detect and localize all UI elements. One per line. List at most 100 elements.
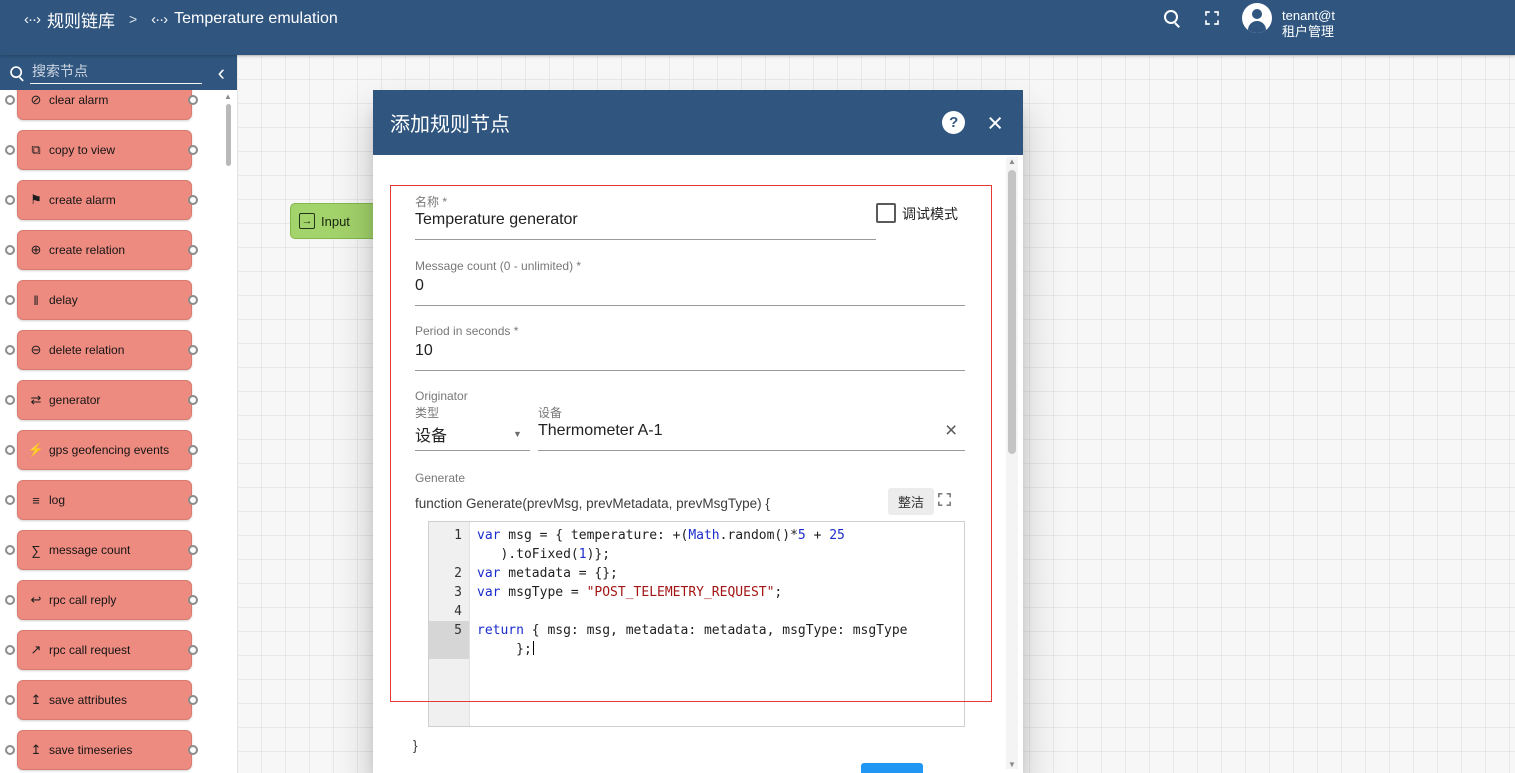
node-item-clear-alarm[interactable]: ⊘ clear alarm — [0, 90, 237, 120]
node-item-save-timeseries[interactable]: ↥ save timeseries — [0, 730, 237, 770]
node-input-port[interactable] — [5, 245, 15, 255]
user-info[interactable]: tenant@t 租户管理 — [1282, 8, 1337, 40]
node-item-rpc-call-reply[interactable]: ↩ rpc call reply — [0, 580, 237, 620]
node-item-save-attributes[interactable]: ↥ save attributes — [0, 680, 237, 720]
node-input-port[interactable] — [5, 195, 15, 205]
avatar[interactable] — [1242, 3, 1272, 33]
node-box[interactable]: ⧉ copy to view — [17, 130, 192, 170]
scroll-up-icon[interactable]: ▲ — [1008, 157, 1016, 166]
node-list-scrollbar[interactable]: ▲ — [223, 92, 234, 768]
node-output-port[interactable] — [188, 145, 198, 155]
node-box[interactable]: ↥ save attributes — [17, 680, 192, 720]
code-line[interactable]: ).toFixed(1)}; — [471, 545, 964, 564]
add-rule-node-dialog: 添加规则节点 ? × 名称 * Temperature generator 调试… — [373, 90, 1023, 773]
clear-device-icon[interactable]: × — [945, 420, 957, 441]
node-input-port[interactable] — [5, 745, 15, 755]
collapse-sidebar-icon[interactable]: ‹ — [206, 61, 237, 83]
node-output-port[interactable] — [188, 245, 198, 255]
node-output-port[interactable] — [188, 495, 198, 505]
code-line[interactable]: var msg = { temperature: +(Math.random()… — [471, 526, 964, 545]
chevron-down-icon[interactable]: ▼ — [513, 429, 522, 439]
scroll-up-icon[interactable]: ▲ — [224, 92, 232, 101]
debug-mode-checkbox[interactable] — [876, 203, 896, 223]
node-search-input[interactable] — [30, 61, 202, 84]
node-label: message count — [49, 543, 131, 557]
node-item-gps-geofencing-events[interactable]: ⚡ gps geofencing events — [0, 430, 237, 470]
originator-type-select[interactable]: 设备 — [415, 422, 447, 446]
node-box[interactable]: ‖ delay — [17, 280, 192, 320]
node-output-port[interactable] — [188, 695, 198, 705]
node-output-port[interactable] — [188, 195, 198, 205]
code-line[interactable]: }; — [471, 640, 964, 659]
code-line[interactable]: var msgType = "POST_TELEMETRY_REQUEST"; — [471, 583, 964, 602]
node-box[interactable]: ↥ save timeseries — [17, 730, 192, 770]
node-item-copy-to-view[interactable]: ⧉ copy to view — [0, 130, 237, 170]
node-output-port[interactable] — [188, 95, 198, 105]
breadcrumb-rule-chain-library[interactable]: 规则链库 — [47, 7, 115, 32]
node-box[interactable]: ≡ log — [17, 480, 192, 520]
node-label: create alarm — [49, 193, 116, 207]
tidy-button[interactable]: 整洁 — [888, 488, 935, 515]
node-box[interactable]: ∑ message count — [17, 530, 192, 570]
code-line[interactable]: var metadata = {}; — [471, 564, 964, 583]
node-input-port[interactable] — [5, 495, 15, 505]
node-box[interactable]: ⚡ gps geofencing events — [17, 430, 192, 470]
call-reply-icon: ↩ — [30, 592, 42, 607]
node-item-delay[interactable]: ‖ delay — [0, 280, 237, 320]
node-input-port[interactable] — [5, 345, 15, 355]
node-output-port[interactable] — [188, 745, 198, 755]
node-output-port[interactable] — [188, 645, 198, 655]
node-box[interactable]: ⇄ generator — [17, 380, 192, 420]
code-editor[interactable]: 1 2 3 4 5 var msg = { temperature: +(Math.ra… — [428, 521, 965, 727]
node-output-port[interactable] — [188, 545, 198, 555]
node-output-port[interactable] — [188, 395, 198, 405]
node-item-generator[interactable]: ⇄ generator — [0, 380, 237, 420]
node-item-message-count[interactable]: ∑ message count — [0, 530, 237, 570]
node-input-port[interactable] — [5, 695, 15, 705]
period-input[interactable]: 10 — [415, 342, 433, 360]
text-cursor — [532, 641, 535, 655]
node-search-bar: ‹ — [0, 55, 237, 90]
message-count-input[interactable]: 0 — [415, 277, 424, 295]
node-box[interactable]: ⊘ clear alarm — [17, 90, 192, 120]
node-input-port[interactable] — [5, 145, 15, 155]
fullscreen-icon[interactable] — [1203, 9, 1221, 27]
expand-editor-icon[interactable] — [936, 491, 953, 508]
node-input-port[interactable] — [5, 545, 15, 555]
add-button[interactable] — [861, 763, 923, 773]
node-box[interactable]: ↩ rpc call reply — [17, 580, 192, 620]
scrollbar-thumb[interactable] — [226, 104, 231, 166]
code-line[interactable] — [471, 602, 964, 621]
node-item-create-relation[interactable]: ⊕ create relation — [0, 230, 237, 270]
device-input[interactable]: Thermometer A-1 — [538, 422, 662, 440]
node-box[interactable]: ⊖ delete relation — [17, 330, 192, 370]
scrollbar-thumb[interactable] — [1008, 170, 1016, 454]
node-label: delay — [49, 293, 78, 307]
node-item-rpc-call-request[interactable]: ↗ rpc call request — [0, 630, 237, 670]
node-output-port[interactable] — [188, 295, 198, 305]
close-icon[interactable]: × — [987, 109, 1003, 136]
dialog-scrollbar[interactable]: ▲ ▼ — [1006, 157, 1018, 769]
node-item-delete-relation[interactable]: ⊖ delete relation — [0, 330, 237, 370]
node-box[interactable]: ⊕ create relation — [17, 230, 192, 270]
name-input[interactable]: Temperature generator — [415, 211, 578, 229]
node-input-port[interactable] — [5, 295, 15, 305]
code-line[interactable]: return { msg: msg, metadata: metadata, m… — [471, 621, 964, 640]
node-output-port[interactable] — [188, 445, 198, 455]
node-output-port[interactable] — [188, 345, 198, 355]
node-input-port[interactable] — [5, 95, 15, 105]
scroll-down-icon[interactable]: ▼ — [1008, 760, 1016, 769]
search-icon[interactable] — [1163, 9, 1181, 27]
node-output-port[interactable] — [188, 595, 198, 605]
node-input-port[interactable] — [5, 395, 15, 405]
node-item-create-alarm[interactable]: ⚑ create alarm — [0, 180, 237, 220]
node-input-port[interactable] — [5, 595, 15, 605]
node-input-port[interactable] — [5, 645, 15, 655]
code-lines[interactable]: var msg = { temperature: +(Math.random()… — [471, 522, 964, 726]
help-icon[interactable]: ? — [942, 111, 966, 134]
node-box[interactable]: ⚑ create alarm — [17, 180, 192, 220]
node-item-log[interactable]: ≡ log — [0, 480, 237, 520]
node-box[interactable]: ↗ rpc call request — [17, 630, 192, 670]
app-header: ‹··› 规则链库 > ‹··› Temperature emulation t… — [0, 0, 1515, 55]
node-input-port[interactable] — [5, 445, 15, 455]
